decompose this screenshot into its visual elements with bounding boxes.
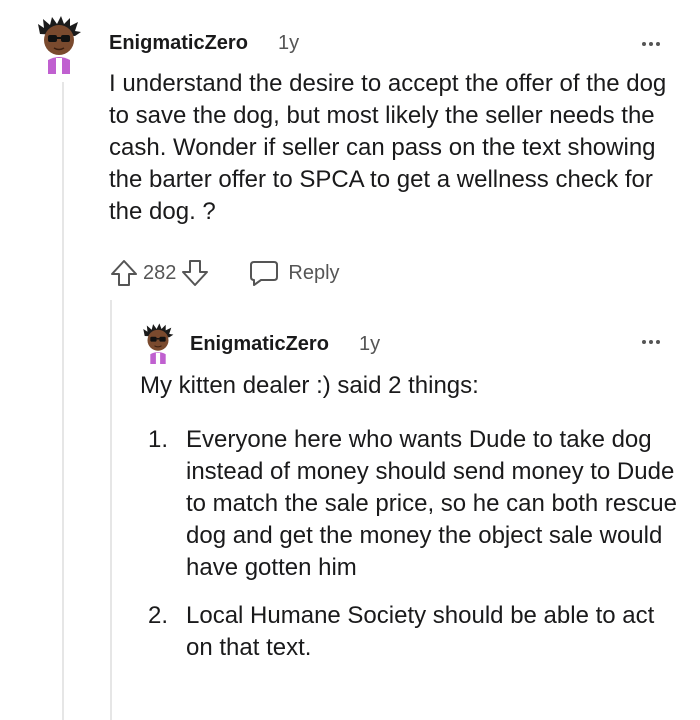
downvote-button[interactable]: [180, 258, 210, 288]
comment-author[interactable]: EnigmaticZero: [190, 333, 329, 356]
comment-intro: My kitten dealer :) said 2 things:: [140, 372, 479, 399]
list-item: 2. Local Humane Society should be able t…: [148, 600, 678, 664]
vote-count: 282: [143, 261, 177, 284]
comment-age: 1y: [359, 333, 381, 355]
avatar[interactable]: [34, 14, 84, 74]
list-number: 1.: [148, 426, 169, 453]
comment-body: I understand the desire to accept the of…: [109, 70, 667, 225]
thread-line-root: [62, 82, 64, 720]
more-dots-icon[interactable]: [642, 340, 660, 344]
reply-button[interactable]: Reply: [248, 258, 340, 288]
comment-points-list: 1. Everyone here who wants Dude to take …: [148, 424, 678, 680]
speech-bubble-icon: [250, 261, 279, 286]
upvote-arrow-icon: [111, 260, 137, 286]
list-item: 1. Everyone here who wants Dude to take …: [148, 424, 678, 584]
comment-actions: 282 Reply: [109, 258, 340, 288]
list-item-text: Everyone here who wants Dude to take dog…: [186, 426, 677, 581]
list-item-text: Local Humane Society should be able to a…: [186, 602, 655, 661]
comment-author[interactable]: EnigmaticZero: [109, 32, 248, 55]
upvote-button[interactable]: [109, 258, 139, 288]
downvote-arrow-icon: [182, 260, 209, 286]
avatar[interactable]: [140, 322, 176, 364]
list-number: 2.: [148, 602, 169, 629]
more-dots-icon[interactable]: [642, 42, 660, 46]
reply-label: Reply: [288, 261, 340, 284]
thread-line-reply: [110, 300, 112, 720]
comment-age: 1y: [278, 32, 300, 54]
